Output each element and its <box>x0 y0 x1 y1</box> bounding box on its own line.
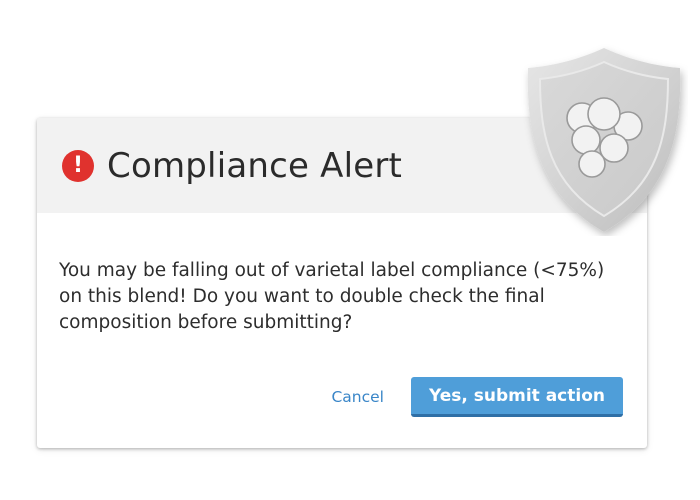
dialog-actions: Cancel Yes, submit action <box>331 377 623 417</box>
dialog-message: You may be falling out of varietal label… <box>59 260 605 333</box>
grape-shield-icon <box>527 48 681 232</box>
submit-button[interactable]: Yes, submit action <box>410 377 623 417</box>
exclamation-circle-icon: ! <box>62 149 94 182</box>
alert-icon-glyph: ! <box>72 153 84 178</box>
cancel-button[interactable]: Cancel <box>331 388 384 406</box>
dialog-title: Compliance Alert <box>107 145 403 186</box>
page: ! Compliance Alert You may be falling ou… <box>0 0 700 500</box>
